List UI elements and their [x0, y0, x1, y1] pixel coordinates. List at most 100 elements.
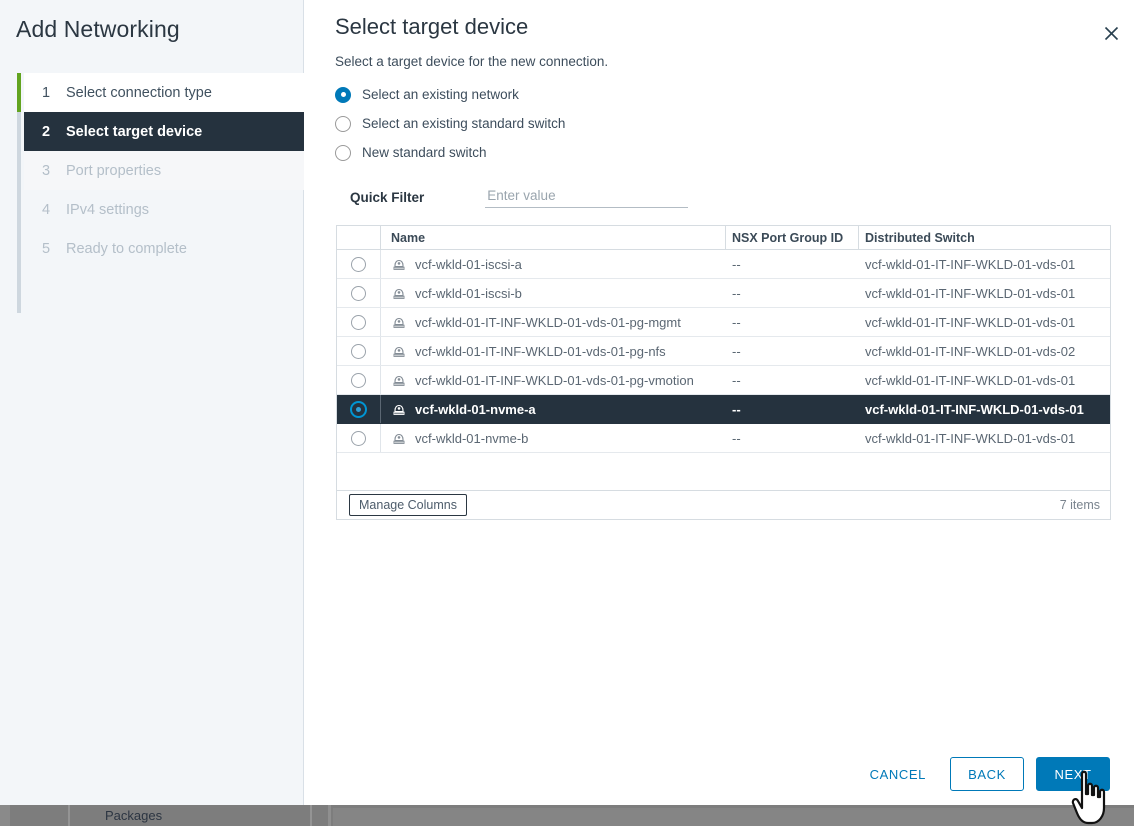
cell-nsx-port-group-id: -- — [726, 373, 859, 388]
manage-columns-button[interactable]: Manage Columns — [349, 494, 467, 516]
cell-name-text: vcf-wkld-01-IT-INF-WKLD-01-vds-01-pg-nfs — [415, 344, 666, 359]
step-1-label: Select connection type — [66, 85, 212, 101]
table-row[interactable]: vcf-wkld-01-IT-INF-WKLD-01-vds-01-pg-mgm… — [337, 308, 1110, 337]
sidebar-step-3[interactable]: 3 Port properties — [24, 151, 304, 190]
close-icon[interactable] — [1096, 18, 1126, 48]
cell-distributed-switch: vcf-wkld-01-IT-INF-WKLD-01-vds-01 — [859, 315, 1110, 330]
cell-distributed-switch: vcf-wkld-01-IT-INF-WKLD-01-vds-01 — [859, 402, 1110, 417]
step-2-number: 2 — [42, 124, 58, 140]
row-radio-icon[interactable] — [351, 257, 366, 272]
table-row[interactable]: vcf-wkld-01-iscsi-b--vcf-wkld-01-IT-INF-… — [337, 279, 1110, 308]
table-row[interactable]: vcf-wkld-01-IT-INF-WKLD-01-vds-01-pg-vmo… — [337, 366, 1110, 395]
background-column-b — [68, 805, 70, 826]
background-page-strip: Packages — [0, 805, 1134, 826]
header-select-cell — [337, 226, 381, 249]
quick-filter-input[interactable] — [485, 186, 688, 208]
quick-filter-bar: Quick Filter — [350, 186, 688, 208]
row-radio-icon[interactable] — [351, 344, 366, 359]
row-radio-icon[interactable] — [351, 373, 366, 388]
cell-name-text: vcf-wkld-01-iscsi-b — [415, 286, 522, 301]
table-row[interactable]: vcf-wkld-01-iscsi-a--vcf-wkld-01-IT-INF-… — [337, 250, 1110, 279]
cell-name: vcf-wkld-01-IT-INF-WKLD-01-vds-01-pg-mgm… — [381, 314, 726, 330]
port-group-icon — [391, 256, 407, 272]
port-group-icon — [391, 430, 407, 446]
port-group-icon — [391, 314, 407, 330]
step-4-number: 4 — [42, 202, 58, 218]
row-select-cell[interactable] — [337, 308, 381, 336]
dialog-footer: CANCEL BACK NEXT — [305, 743, 1134, 805]
row-radio-icon[interactable] — [351, 315, 366, 330]
sidebar-step-2[interactable]: 2 Select target device — [24, 112, 304, 151]
table-header-row: Name NSX Port Group ID Distributed Switc… — [337, 226, 1110, 250]
table-footer: Manage Columns 7 items — [337, 491, 1110, 519]
row-select-cell[interactable] — [337, 424, 381, 452]
cell-nsx-port-group-id: -- — [726, 315, 859, 330]
table-row[interactable]: vcf-wkld-01-nvme-b --vcf-wkld-01-IT-INF-W… — [337, 424, 1110, 453]
port-group-icon — [391, 285, 407, 301]
port-group-icon — [391, 343, 407, 359]
radio-existing-standard-switch[interactable]: Select an existing standard switch — [335, 109, 1035, 138]
back-button[interactable]: BACK — [950, 757, 1024, 791]
cell-name-text: vcf-wkld-01-IT-INF-WKLD-01-vds-01-pg-mgm… — [415, 315, 681, 330]
add-networking-dialog: Add Networking 1 Select connection type … — [0, 0, 1134, 805]
page-title: Select target device — [335, 14, 528, 40]
cell-distributed-switch: vcf-wkld-01-IT-INF-WKLD-01-vds-02 — [859, 344, 1110, 359]
background-packages-label: Packages — [105, 808, 162, 823]
table-row[interactable]: vcf-wkld-01-nvme-a --vcf-wkld-01-IT-INF-W… — [337, 395, 1110, 424]
background-column-a — [0, 805, 10, 826]
cell-distributed-switch: vcf-wkld-01-IT-INF-WKLD-01-vds-01 — [859, 431, 1110, 446]
sidebar-step-4[interactable]: 4 IPv4 settings — [24, 190, 304, 229]
cell-nsx-port-group-id: -- — [726, 431, 859, 446]
header-name[interactable]: Name — [381, 226, 726, 249]
cell-nsx-port-group-id: -- — [726, 402, 859, 417]
cell-name-text: vcf-wkld-01-IT-INF-WKLD-01-vds-01-pg-vmo… — [415, 373, 694, 388]
header-distributed-switch[interactable]: Distributed Switch — [859, 226, 1110, 249]
next-button[interactable]: NEXT — [1036, 757, 1110, 791]
cell-name: vcf-wkld-01-IT-INF-WKLD-01-vds-01-pg-vmo… — [381, 372, 726, 388]
radio-icon-selected — [335, 87, 351, 103]
row-select-cell[interactable] — [337, 279, 381, 307]
wizard-steps: 1 Select connection type 2 Select target… — [0, 73, 304, 268]
step-3-label: Port properties — [66, 163, 161, 179]
step-5-label: Ready to complete — [66, 241, 187, 257]
cell-distributed-switch: vcf-wkld-01-IT-INF-WKLD-01-vds-01 — [859, 257, 1110, 272]
cell-name-text: vcf-wkld-01-nvme-a — [415, 402, 536, 417]
sidebar-step-5[interactable]: 5 Ready to complete — [24, 229, 304, 268]
target-device-table: Name NSX Port Group ID Distributed Switc… — [336, 225, 1111, 520]
table-row[interactable]: vcf-wkld-01-IT-INF-WKLD-01-vds-01-pg-nfs… — [337, 337, 1110, 366]
cell-distributed-switch: vcf-wkld-01-IT-INF-WKLD-01-vds-01 — [859, 373, 1110, 388]
row-select-cell[interactable] — [337, 395, 381, 423]
table-empty-space — [337, 453, 1110, 491]
cell-name: vcf-wkld-01-nvme-b — [381, 430, 726, 446]
cell-name: vcf-wkld-01-iscsi-b — [381, 285, 726, 301]
items-count-label: 7 items — [1060, 498, 1100, 512]
cell-name: vcf-wkld-01-nvme-a — [381, 401, 726, 417]
header-nsx-port-group-id[interactable]: NSX Port Group ID — [726, 226, 859, 249]
cancel-button[interactable]: CANCEL — [854, 757, 942, 791]
cell-name: vcf-wkld-01-IT-INF-WKLD-01-vds-01-pg-nfs — [381, 343, 726, 359]
step-4-label: IPv4 settings — [66, 202, 149, 218]
cell-name-text: vcf-wkld-01-nvme-b — [415, 431, 528, 446]
target-device-options: Select an existing network Select an exi… — [335, 80, 1035, 167]
cell-name-text: vcf-wkld-01-iscsi-a — [415, 257, 522, 272]
row-select-cell[interactable] — [337, 366, 381, 394]
row-radio-icon[interactable] — [351, 286, 366, 301]
radio-existing-network[interactable]: Select an existing network — [335, 80, 1035, 109]
dialog-title: Add Networking — [16, 16, 180, 43]
cell-name: vcf-wkld-01-iscsi-a — [381, 256, 726, 272]
step-rail-completed — [17, 73, 21, 112]
cell-nsx-port-group-id: -- — [726, 344, 859, 359]
radio-existing-network-label: Select an existing network — [362, 87, 519, 102]
radio-existing-standard-switch-label: Select an existing standard switch — [362, 116, 565, 131]
sidebar-step-1[interactable]: 1 Select connection type — [24, 73, 304, 112]
row-select-cell[interactable] — [337, 337, 381, 365]
row-radio-icon[interactable] — [350, 401, 367, 418]
background-column-d — [328, 805, 331, 826]
row-select-cell[interactable] — [337, 250, 381, 278]
port-group-icon — [391, 401, 407, 417]
radio-icon — [335, 145, 351, 161]
cell-nsx-port-group-id: -- — [726, 286, 859, 301]
radio-new-standard-switch[interactable]: New standard switch — [335, 138, 1035, 167]
row-radio-icon[interactable] — [351, 431, 366, 446]
wizard-content: Select target device Select a target dev… — [305, 0, 1134, 805]
